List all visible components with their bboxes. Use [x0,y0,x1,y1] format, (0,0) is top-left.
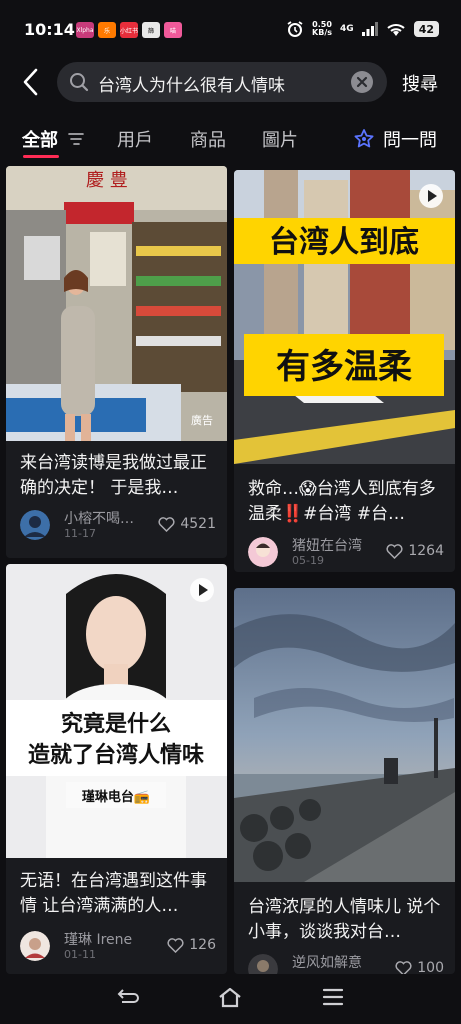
feed-card[interactable]: 慶 豊 廣告 来台湾读博是我做过最正确的决定！ 于是我… 小榕不喝… 11-17… [6,166,227,558]
app-icon-4: 篩 [142,22,160,38]
card-meta: 逆风如解意 100 [248,952,444,974]
cover-text-bottom: 有多温柔 [276,347,412,387]
app-icon-5: 喵 [164,22,182,38]
ask-button[interactable]: 問一問 [353,126,437,152]
search-icon [70,73,89,92]
like-count[interactable]: 1264 [386,543,444,559]
feed-card[interactable]: 台湾人到底 有多温柔 救命…😱台湾人到底有多温柔‼️#台湾 #台… 猪妞在台湾 … [234,170,455,572]
heart-icon [167,937,184,953]
card-title: 台湾浓厚的人情味儿 说个小事，谈谈我对台… [248,897,441,942]
back-gesture-icon[interactable] [116,988,140,1008]
card-cover-image: 台湾人到底 有多温柔 [234,170,455,464]
ad-label: 廣告 [191,414,213,427]
wifi-icon [387,23,405,36]
author-name[interactable]: 瑾琳 Irene [64,929,132,949]
app-icon-1: Xlpha [76,22,94,38]
like-count[interactable]: 126 [167,937,216,953]
author-name[interactable]: 逆风如解意 [292,952,362,972]
status-bar: 10:14 Xlpha 乐 小红书 篩 喵 0.50 KB/s 4G 42 [0,0,461,58]
notification-icons: Xlpha 乐 小红书 篩 喵 [76,22,182,38]
feed-card[interactable]: 究竟是什么 造就了台湾人情味 瑾琳电台📻 无语！在台湾遇到这件事情 让台湾满满的… [6,564,227,974]
like-count[interactable]: 4521 [158,516,216,532]
card-title: 救命…😱台湾人到底有多温柔‼️#台湾 #台… [248,479,436,524]
active-tab-underline [23,155,59,158]
post-date: 01-11 [64,948,96,961]
search-button[interactable]: 搜尋 [402,70,438,96]
tab-products[interactable]: 商品 [190,126,226,152]
cover-text-top: 台湾人到底 [269,225,419,260]
search-query: 台湾人为什么很有人情味 [98,76,285,96]
heart-icon [395,960,412,974]
avatar[interactable] [20,931,50,961]
sparkle-star-icon [354,129,374,148]
shop-sign: 慶 豊 [86,170,128,191]
menu-icon[interactable] [322,988,344,1006]
net-speed: 0.50 KB/s [312,20,333,37]
tab-all[interactable]: 全部 [22,126,85,152]
avatar[interactable] [20,510,50,540]
feed-card[interactable]: 台湾浓厚的人情味儿 说个小事，谈谈我对台… 逆风如解意 100 [234,588,455,974]
post-date: 05-19 [292,554,324,567]
search-header: 台湾人为什么很有人情味 搜尋 [0,58,461,108]
network-type: 4G [340,24,354,34]
avatar[interactable] [248,954,278,974]
card-meta: 猪妞在台湾 05-19 1264 [248,535,444,569]
card-title: 来台湾读博是我做过最正确的决定！ 于是我… [20,453,207,498]
alarm-icon [287,21,303,37]
play-icon [190,578,214,602]
signal-icon [361,22,378,36]
filter-icon[interactable] [68,132,85,146]
cover-text-top: 究竟是什么 [61,711,171,737]
back-arrow-icon[interactable] [16,66,48,98]
cover-text-bottom: 造就了台湾人情味 [28,742,204,768]
app-icon-2: 乐 [98,22,116,38]
post-date: 11-17 [64,527,96,540]
card-cover-image [234,588,455,882]
search-input[interactable]: 台湾人为什么很有人情味 [57,62,387,102]
card-meta: 小榕不喝… 11-17 4521 [20,508,216,542]
app-icon-3: 小红书 [120,22,138,38]
avatar[interactable] [248,537,278,567]
card-meta: 瑾琳 Irene 01-11 126 [20,929,216,963]
card-cover-image: 慶 豊 [6,166,227,441]
status-time: 10:14 [24,20,75,39]
cover-tag: 瑾琳电台📻 [82,789,150,805]
filter-tabs: 全部 用戶 商品 圖片 問一問 [0,118,461,164]
home-icon[interactable] [217,986,243,1008]
card-cover-image: 究竟是什么 造就了台湾人情味 瑾琳电台📻 [6,564,227,858]
like-count[interactable]: 100 [395,960,444,974]
clear-search-button[interactable] [351,71,373,93]
author-name[interactable]: 猪妞在台湾 [292,535,362,555]
tab-users[interactable]: 用戶 [117,126,153,152]
play-icon [419,184,443,208]
heart-icon [386,543,403,559]
author-name[interactable]: 小榕不喝… [64,508,134,528]
battery-indicator: 42 [413,21,439,37]
status-indicators: 0.50 KB/s 4G 42 [286,20,439,38]
card-title: 无语！在台湾遇到这件事情 让台湾满满的人… [20,871,207,916]
close-icon [356,76,368,88]
system-nav-bar [0,974,461,1024]
tab-images[interactable]: 圖片 [262,126,298,152]
heart-icon [158,516,175,532]
